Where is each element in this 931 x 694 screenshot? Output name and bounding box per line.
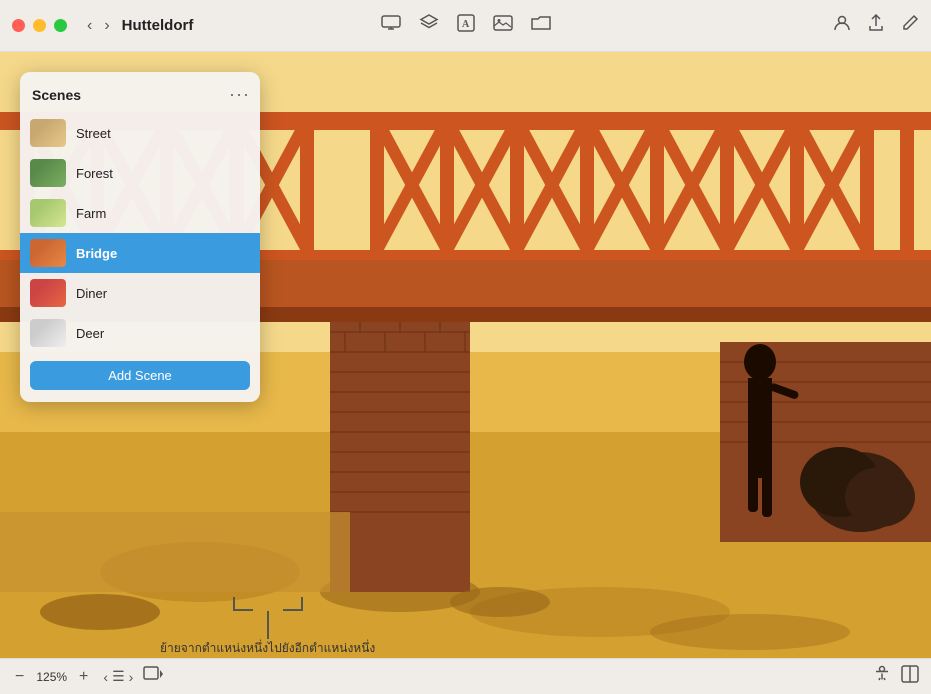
monitor-icon[interactable] (381, 15, 401, 36)
person-icon[interactable] (833, 14, 851, 37)
image-icon[interactable] (493, 15, 513, 36)
scenes-panel: Scenes ··· Street Forest Farm Bridge Din… (20, 72, 260, 402)
zoom-in-button[interactable]: + (76, 668, 91, 686)
back-button[interactable]: ‹ (83, 15, 96, 37)
scene-label-forest: Forest (76, 166, 113, 181)
zoom-value[interactable]: 125% (31, 668, 72, 686)
svg-text:A: A (462, 19, 470, 30)
scene-item-farm[interactable]: Farm (20, 193, 260, 233)
titlebar-nav: ‹ › (83, 15, 114, 37)
next-button[interactable]: › (129, 669, 134, 685)
present-button[interactable] (143, 666, 163, 687)
scene-thumb-farm (30, 199, 66, 227)
scene-item-forest[interactable]: Forest (20, 153, 260, 193)
titlebar-title: Hutteldorf (122, 17, 194, 34)
titlebar: ‹ › Hutteldorf A (0, 0, 931, 52)
scene-label-street: Street (76, 126, 111, 141)
tooltip-line (267, 611, 269, 639)
list-button[interactable]: ☰ (112, 668, 125, 685)
zoom-controls: − 125% + (12, 668, 91, 686)
tooltip-bracket (233, 597, 303, 611)
scene-label-bridge: Bridge (76, 246, 117, 261)
zoom-out-button[interactable]: − (12, 668, 27, 686)
layers-icon[interactable] (419, 14, 439, 37)
scene-thumb-deer (30, 319, 66, 347)
traffic-lights (12, 19, 67, 32)
main-content: Scenes ··· Street Forest Farm Bridge Din… (0, 52, 931, 658)
minimize-button[interactable] (33, 19, 46, 32)
view-icon[interactable] (901, 665, 919, 688)
scene-label-farm: Farm (76, 206, 106, 221)
forward-button[interactable]: › (100, 15, 113, 37)
bracket-right (283, 597, 303, 611)
bottom-right-tools (873, 665, 919, 688)
bracket-left (233, 597, 253, 611)
scene-thumb-bridge (30, 239, 66, 267)
scene-item-deer[interactable]: Deer (20, 313, 260, 353)
scene-item-street[interactable]: Street (20, 113, 260, 153)
text-icon[interactable]: A (457, 14, 475, 37)
tooltip-container: ย้ายจากตำแหน่งหนึ่งไปยังอีกตำแหน่งหนึ่ง (160, 597, 375, 658)
maximize-button[interactable] (54, 19, 67, 32)
scene-item-bridge[interactable]: Bridge (20, 233, 260, 273)
scene-thumb-street (30, 119, 66, 147)
scene-label-deer: Deer (76, 326, 104, 341)
close-button[interactable] (12, 19, 25, 32)
scenes-menu-button[interactable]: ··· (229, 84, 250, 105)
add-scene-button[interactable]: Add Scene (30, 361, 250, 390)
right-toolbar (833, 14, 919, 37)
scenes-title: Scenes (32, 87, 81, 103)
tooltip-text: ย้ายจากตำแหน่งหนึ่งไปยังอีกตำแหน่งหนึ่ง (160, 639, 375, 658)
scene-thumb-forest (30, 159, 66, 187)
share-icon[interactable] (867, 14, 885, 37)
scenes-header: Scenes ··· (20, 82, 260, 113)
nav-arrows: ‹ ☰ › (103, 668, 133, 685)
scene-label-diner: Diner (76, 286, 107, 301)
accessibility-icon[interactable] (873, 665, 891, 688)
scene-item-diner[interactable]: Diner (20, 273, 260, 313)
edit-icon[interactable] (901, 14, 919, 37)
scene-thumb-diner (30, 279, 66, 307)
folder-icon[interactable] (531, 15, 551, 36)
center-toolbar: A (381, 14, 551, 37)
bottom-bar: − 125% + ‹ ☰ › ย้ายจากตำแหน่งหนึ่งไปยังอ… (0, 658, 931, 694)
prev-button[interactable]: ‹ (103, 669, 108, 685)
